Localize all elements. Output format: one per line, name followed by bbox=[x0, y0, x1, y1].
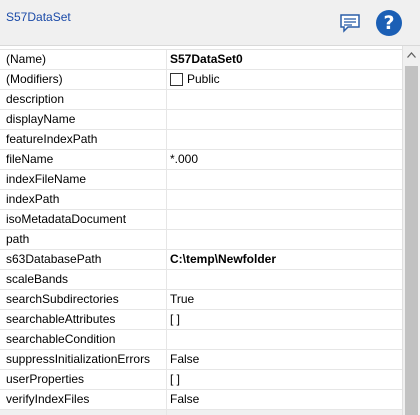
property-value-text: S57DataSet0 bbox=[170, 52, 243, 66]
property-value[interactable]: [ ] bbox=[167, 310, 402, 329]
property-row[interactable]: suppressInitializationErrors False bbox=[0, 350, 402, 370]
property-row[interactable]: scaleBands bbox=[0, 270, 402, 290]
property-value-text: *.000 bbox=[170, 152, 199, 166]
property-value[interactable] bbox=[167, 90, 402, 109]
property-row[interactable] bbox=[0, 410, 402, 415]
property-value[interactable]: *.000 bbox=[167, 150, 402, 169]
property-row[interactable]: (Name) S57DataSet0 bbox=[0, 50, 402, 70]
property-name: displayName bbox=[0, 110, 167, 129]
property-name: path bbox=[0, 230, 167, 249]
property-value[interactable] bbox=[167, 270, 402, 289]
property-value[interactable]: S57DataSet0 bbox=[167, 50, 402, 69]
comment-icon bbox=[340, 14, 360, 33]
property-value-text: True bbox=[170, 292, 195, 306]
property-value[interactable]: False bbox=[167, 350, 402, 369]
vertical-scrollbar[interactable] bbox=[402, 46, 420, 415]
property-row[interactable]: searchableAttributes[ ] bbox=[0, 310, 402, 330]
property-value[interactable]: False bbox=[167, 390, 402, 409]
property-name: isoMetadataDocument bbox=[0, 210, 167, 229]
property-row[interactable]: isoMetadataDocument bbox=[0, 210, 402, 230]
property-value-text: Public bbox=[187, 72, 220, 86]
panel-title: S57DataSet bbox=[6, 10, 71, 24]
property-value[interactable] bbox=[167, 330, 402, 349]
comment-button[interactable] bbox=[338, 11, 362, 35]
property-name: searchableCondition bbox=[0, 330, 167, 349]
property-name: s63DatabasePath bbox=[0, 250, 167, 269]
property-name: (Name) bbox=[0, 50, 167, 69]
property-row[interactable]: searchSubdirectories True bbox=[0, 290, 402, 310]
property-value-text: False bbox=[170, 352, 200, 366]
property-row[interactable]: path bbox=[0, 230, 402, 250]
help-button[interactable]: ? bbox=[376, 10, 402, 36]
property-row[interactable]: indexPath bbox=[0, 190, 402, 210]
property-value[interactable]: True bbox=[167, 290, 402, 309]
help-icon: ? bbox=[383, 12, 395, 34]
property-value-text: [ ] bbox=[170, 312, 181, 326]
property-name: (Modifiers) bbox=[0, 70, 167, 89]
property-value[interactable] bbox=[167, 170, 402, 189]
property-value[interactable] bbox=[167, 110, 402, 129]
property-row[interactable]: indexFileName bbox=[0, 170, 402, 190]
property-value-text: [ ] bbox=[170, 372, 181, 386]
property-value[interactable] bbox=[167, 230, 402, 249]
property-value-text: C:\temp\Newfolder bbox=[170, 252, 277, 266]
property-value[interactable] bbox=[167, 210, 402, 229]
scroll-thumb[interactable] bbox=[405, 66, 418, 415]
public-checkbox[interactable] bbox=[170, 73, 183, 86]
property-name: indexPath bbox=[0, 190, 167, 209]
property-name: verifyIndexFiles bbox=[0, 390, 167, 409]
panel-header: S57DataSet ? bbox=[0, 0, 420, 46]
property-value[interactable] bbox=[167, 130, 402, 149]
property-value[interactable]: C:\temp\Newfolder bbox=[167, 250, 402, 269]
property-name: fileName bbox=[0, 150, 167, 169]
property-value[interactable] bbox=[167, 410, 402, 415]
property-row[interactable]: fileName *.000 bbox=[0, 150, 402, 170]
property-row[interactable]: userProperties[ ] bbox=[0, 370, 402, 390]
property-row[interactable]: description bbox=[0, 90, 402, 110]
property-row[interactable]: featureIndexPath bbox=[0, 130, 402, 150]
property-name: suppressInitializationErrors bbox=[0, 350, 167, 369]
property-name: indexFileName bbox=[0, 170, 167, 189]
property-row[interactable]: (Modifiers) Public bbox=[0, 70, 402, 90]
property-value[interactable] bbox=[167, 190, 402, 209]
property-row[interactable]: verifyIndexFiles False bbox=[0, 390, 402, 410]
property-value-text: False bbox=[170, 392, 200, 406]
property-name: userProperties bbox=[0, 370, 167, 389]
scroll-up-button[interactable] bbox=[403, 46, 420, 63]
property-name: scaleBands bbox=[0, 270, 167, 289]
property-name: searchSubdirectories bbox=[0, 290, 167, 309]
property-grid: (Name) S57DataSet0 (Modifiers) Public descri… bbox=[0, 49, 402, 415]
property-name: description bbox=[0, 90, 167, 109]
property-name bbox=[0, 410, 167, 415]
property-row[interactable]: searchableCondition bbox=[0, 330, 402, 350]
property-name: featureIndexPath bbox=[0, 130, 167, 149]
property-row[interactable]: s63DatabasePath C:\temp\Newfolder bbox=[0, 250, 402, 270]
property-name: searchableAttributes bbox=[0, 310, 167, 329]
chevron-up-icon bbox=[407, 51, 416, 58]
property-value[interactable]: [ ] bbox=[167, 370, 402, 389]
property-row[interactable]: displayName bbox=[0, 110, 402, 130]
property-value[interactable]: Public bbox=[167, 70, 402, 89]
